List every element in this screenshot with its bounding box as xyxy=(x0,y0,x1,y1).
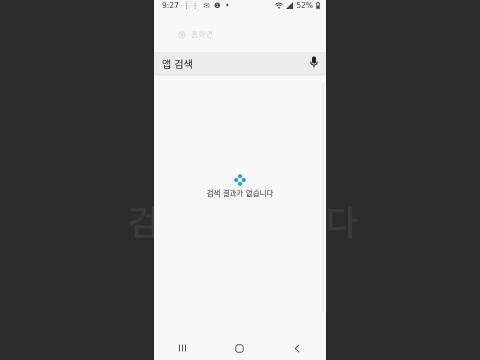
battery-icon xyxy=(316,2,320,9)
background-text-right: 다 xyxy=(326,204,358,244)
phone-screen: 9:27 ⋮⋮ ✉ ❶ • 52% 홈화면 앱 검색 검색 결과가 없습니다 xyxy=(154,0,326,360)
battery-percent: 52% xyxy=(296,1,313,10)
notification-icons: ⋮⋮ ✉ ❶ • xyxy=(183,1,231,10)
recent-apps-button[interactable] xyxy=(171,338,195,358)
status-time: 9:27 xyxy=(162,1,179,10)
home-button[interactable] xyxy=(228,338,252,358)
no-results-message: 검색 결과가 없습니다 xyxy=(206,189,274,198)
status-right-group: 52% xyxy=(275,1,320,10)
gear-icon xyxy=(178,31,186,38)
diamond-dots-icon xyxy=(234,174,246,186)
home-icon xyxy=(235,343,245,353)
recent-apps-icon xyxy=(179,344,187,352)
status-bar: 9:27 ⋮⋮ ✉ ❶ • 52% xyxy=(154,0,326,12)
navigation-bar xyxy=(154,336,326,360)
signal-icon xyxy=(286,2,294,9)
wifi-icon xyxy=(275,2,284,9)
faint-header-row: 홈화면 xyxy=(178,29,213,40)
app-search-bar[interactable]: 앱 검색 xyxy=(154,52,326,74)
faint-header-label: 홈화면 xyxy=(191,30,214,39)
search-input[interactable]: 앱 검색 xyxy=(162,56,193,71)
mic-icon[interactable] xyxy=(310,56,318,68)
back-icon xyxy=(294,343,300,353)
back-button[interactable] xyxy=(285,338,309,358)
